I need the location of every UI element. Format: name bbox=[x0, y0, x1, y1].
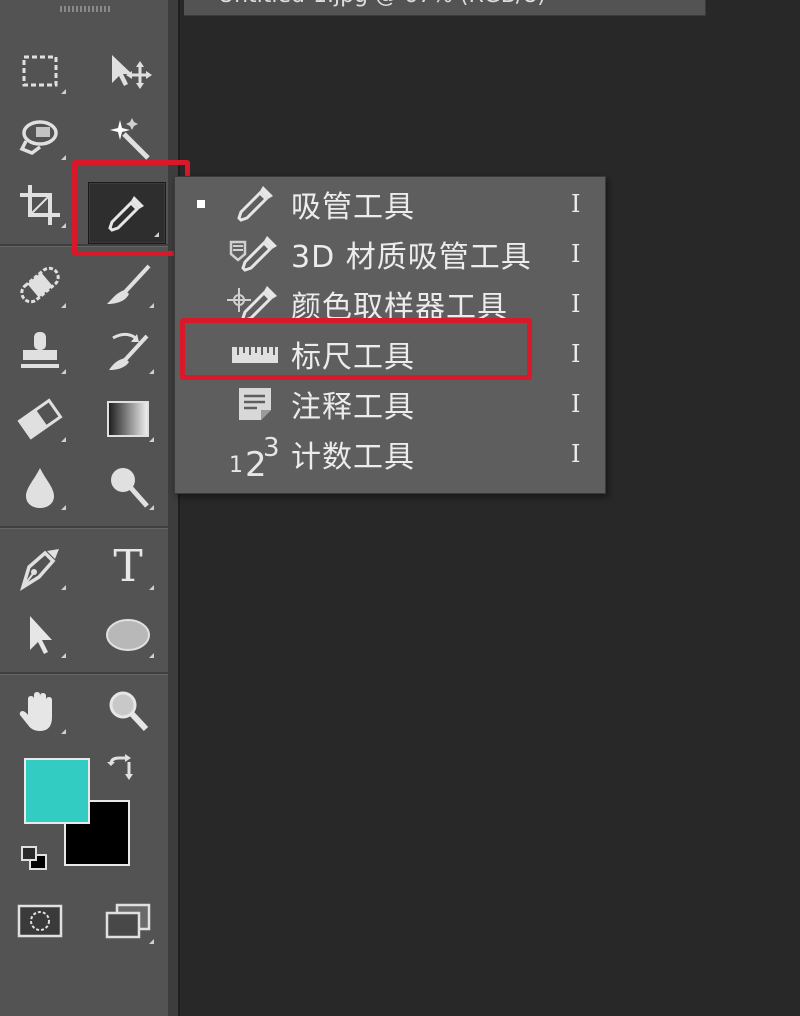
submenu-indicator bbox=[149, 939, 154, 944]
hand-icon bbox=[19, 692, 52, 731]
submenu-indicator bbox=[149, 369, 154, 374]
droplet-icon bbox=[26, 468, 54, 508]
move-tool[interactable] bbox=[96, 42, 160, 100]
menu-item-shortcut: I bbox=[571, 240, 581, 268]
type-icon: T bbox=[113, 541, 143, 592]
marquee-icon bbox=[22, 55, 58, 87]
eraser-tool[interactable] bbox=[8, 390, 72, 448]
zoom-tool[interactable] bbox=[96, 682, 160, 740]
menu-item-label: 吸管工具 bbox=[291, 190, 415, 225]
crop-icon bbox=[20, 185, 60, 225]
type-tool[interactable]: T bbox=[96, 538, 160, 596]
3d-material-eyedropper-icon bbox=[227, 232, 283, 276]
menu-item-3d-material-eyedropper[interactable]: 3D 材质吸管工具 I bbox=[175, 229, 605, 279]
menu-item-shortcut: I bbox=[571, 340, 581, 368]
ruler-tool-highlight bbox=[180, 318, 532, 380]
submenu-indicator bbox=[149, 505, 154, 510]
lasso-icon bbox=[19, 120, 58, 155]
menu-item-note[interactable]: 注释工具 I bbox=[175, 379, 605, 429]
note-icon bbox=[227, 382, 283, 426]
dodge-icon bbox=[111, 468, 149, 508]
foreground-color-swatch[interactable] bbox=[24, 758, 90, 824]
magic-wand-tool[interactable] bbox=[96, 108, 160, 166]
gradient-tool[interactable] bbox=[96, 390, 160, 448]
hand-tool[interactable] bbox=[8, 682, 72, 740]
bandage-icon bbox=[20, 266, 60, 304]
magnifier-icon bbox=[109, 691, 149, 732]
menu-item-count[interactable]: 1 23 计数工具 I bbox=[175, 429, 605, 479]
menu-item-shortcut: I bbox=[571, 390, 581, 418]
default-colors-icon bbox=[21, 846, 47, 870]
document-tab[interactable]: Untitled-1.jpg @ 67% (RGB/8) bbox=[184, 0, 706, 16]
submenu-indicator bbox=[61, 505, 66, 510]
pen-tool[interactable] bbox=[8, 538, 72, 596]
document-tab-title: Untitled-1.jpg @ 67% (RGB/8) bbox=[218, 0, 546, 8]
submenu-indicator bbox=[61, 89, 66, 94]
brush-icon bbox=[107, 264, 151, 304]
panel-grip[interactable] bbox=[60, 6, 110, 12]
move-icon bbox=[112, 55, 152, 89]
pen-icon bbox=[19, 549, 59, 591]
menu-item-shortcut: I bbox=[571, 190, 581, 218]
selected-bullet bbox=[197, 200, 205, 208]
submenu-indicator bbox=[149, 585, 154, 590]
quick-mask-button[interactable] bbox=[8, 892, 72, 950]
tool-group-separator bbox=[0, 526, 168, 529]
lasso-tool[interactable] bbox=[8, 108, 72, 166]
brush-tool[interactable] bbox=[96, 256, 160, 314]
submenu-indicator bbox=[61, 437, 66, 442]
crop-tool[interactable] bbox=[8, 176, 72, 234]
magic-wand-icon bbox=[110, 118, 150, 160]
history-brush-icon bbox=[109, 332, 149, 370]
menu-item-label: 3D 材质吸管工具 bbox=[291, 240, 532, 275]
path-selection-tool[interactable] bbox=[8, 606, 72, 664]
screen-mode-button[interactable] bbox=[96, 892, 160, 950]
count-icon: 1 23 bbox=[227, 432, 283, 476]
submenu-indicator bbox=[61, 585, 66, 590]
dodge-tool[interactable] bbox=[96, 458, 160, 516]
submenu-indicator bbox=[149, 303, 154, 308]
eyedropper-tool-highlight bbox=[72, 160, 190, 256]
swap-colors-button[interactable] bbox=[96, 748, 146, 788]
blur-tool[interactable] bbox=[8, 458, 72, 516]
quick-mask-icon bbox=[17, 904, 63, 938]
eraser-icon bbox=[17, 398, 63, 440]
tool-group-separator bbox=[0, 672, 168, 675]
ellipse-tool[interactable] bbox=[96, 606, 160, 664]
gradient-icon bbox=[107, 401, 149, 437]
submenu-indicator bbox=[61, 303, 66, 308]
tools-panel: T bbox=[0, 0, 168, 1016]
toolbar-border bbox=[168, 0, 180, 1016]
submenu-indicator bbox=[61, 729, 66, 734]
submenu-indicator bbox=[149, 437, 154, 442]
submenu-indicator bbox=[61, 369, 66, 374]
screen-mode-icon bbox=[105, 903, 151, 939]
ellipse-icon bbox=[106, 619, 150, 651]
history-brush-tool[interactable] bbox=[96, 322, 160, 380]
menu-item-shortcut: I bbox=[571, 440, 581, 468]
menu-item-eyedropper[interactable]: 吸管工具 I bbox=[175, 179, 605, 229]
swap-arrows-icon bbox=[107, 754, 133, 780]
menu-item-label: 注释工具 bbox=[291, 390, 415, 425]
menu-item-shortcut: I bbox=[571, 290, 581, 318]
arrow-pointer-icon bbox=[30, 616, 52, 654]
rectangular-marquee-tool[interactable] bbox=[8, 42, 72, 100]
default-colors-button[interactable] bbox=[14, 840, 54, 876]
spot-healing-brush-tool[interactable] bbox=[8, 256, 72, 314]
eyedropper-icon bbox=[227, 182, 283, 226]
clone-stamp-tool[interactable] bbox=[8, 322, 72, 380]
menu-item-label: 计数工具 bbox=[291, 440, 415, 475]
stamp-icon bbox=[21, 332, 59, 368]
submenu-indicator bbox=[149, 653, 154, 658]
submenu-indicator bbox=[61, 155, 66, 160]
submenu-indicator bbox=[61, 653, 66, 658]
submenu-indicator bbox=[61, 223, 66, 228]
count-icon-text: 1 23 bbox=[229, 433, 278, 476]
